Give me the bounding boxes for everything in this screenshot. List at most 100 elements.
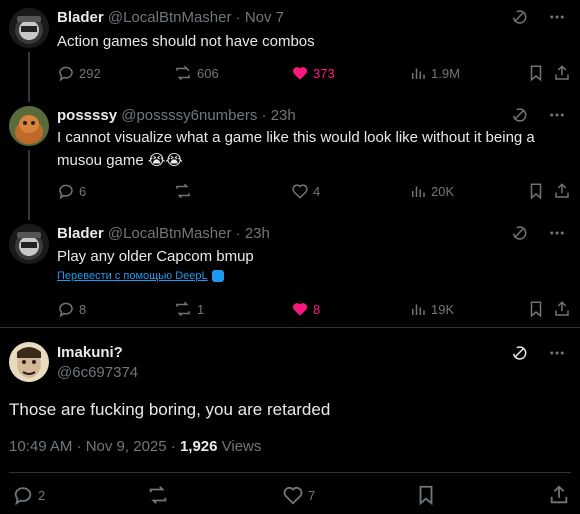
avatar[interactable]: [9, 224, 49, 264]
focused-tweet: Imakuni? @6c697374 Those are fucking bor…: [0, 340, 580, 514]
repost-icon: [173, 300, 193, 318]
tweet-text: Those are fucking boring, you are retard…: [9, 400, 331, 419]
more-icon[interactable]: [548, 224, 566, 242]
tweet-options: [500, 224, 580, 244]
reply-count: 6: [79, 183, 87, 199]
display-name[interactable]: possssy: [57, 107, 117, 124]
views-icon: [409, 182, 427, 200]
reply-button[interactable]: 6: [57, 180, 86, 202]
reply-icon: [57, 300, 75, 318]
grok-icon[interactable]: [510, 106, 528, 124]
repost-button[interactable]: 1: [173, 298, 204, 320]
more-icon[interactable]: [548, 8, 566, 26]
share-icon: [553, 64, 571, 82]
bookmark-button[interactable]: [527, 298, 545, 320]
timestamp[interactable]: 23h: [271, 107, 296, 124]
like-icon: [282, 484, 304, 506]
repost-button[interactable]: 606: [173, 62, 219, 84]
timestamp[interactable]: Nov 7: [245, 9, 284, 26]
tweet-handle-row: @6c697374: [57, 363, 138, 383]
repost-icon: [173, 182, 193, 200]
tweet-options: [500, 344, 580, 364]
bookmark-icon: [527, 64, 545, 82]
bookmark-button[interactable]: [527, 62, 545, 84]
user-handle[interactable]: @LocalBtnMasher: [108, 9, 232, 26]
like-count: 373: [313, 65, 335, 81]
views-button[interactable]: 19K: [409, 298, 454, 320]
translate-link-label: Перевести с помощью DeepL: [57, 270, 208, 282]
action-bar: 292 606 373 1.9M: [57, 62, 572, 84]
more-icon[interactable]: [548, 106, 566, 124]
reply-icon: [57, 64, 75, 82]
like-icon: [291, 300, 309, 318]
more-icon[interactable]: [548, 344, 566, 362]
user-handle[interactable]: @possssy6numbers: [121, 107, 257, 124]
views-count: 20K: [431, 183, 455, 199]
avatar[interactable]: [9, 8, 49, 48]
reply-tweet-3[interactable]: Blader @LocalBtnMasher · 23h Play any ol…: [0, 224, 580, 324]
action-bar: 2 7: [0, 484, 580, 508]
share-button[interactable]: [553, 62, 571, 84]
reply-button[interactable]: 2: [12, 484, 45, 506]
tweet-options: [500, 106, 580, 126]
divider: [9, 472, 571, 473]
tweet-text-line: I cannot visualize what a game like this…: [57, 129, 535, 146]
like-count: 4: [313, 183, 321, 199]
views-icon: [409, 300, 427, 318]
reply-tweet-1[interactable]: Blader @LocalBtnMasher · Nov 7 Action ga…: [0, 8, 580, 98]
user-handle[interactable]: @6c697374: [57, 364, 138, 381]
action-bar: 8 1 8 19K: [57, 298, 572, 320]
reply-button[interactable]: 292: [57, 62, 101, 84]
tweet-text: Play any older Capcom bmup: [57, 248, 254, 265]
grok-icon[interactable]: [510, 344, 528, 362]
like-count: 8: [313, 301, 321, 317]
display-name[interactable]: Imakuni?: [57, 344, 123, 361]
views-count: 19K: [431, 301, 455, 317]
repost-count: 1: [197, 301, 205, 317]
display-name[interactable]: Blader: [57, 9, 104, 26]
share-icon: [548, 484, 570, 506]
views-button[interactable]: 20K: [409, 180, 454, 202]
share-button[interactable]: [548, 484, 570, 506]
reply-count: 2: [38, 487, 46, 503]
avatar[interactable]: [9, 342, 49, 382]
reply-count: 292: [79, 65, 101, 81]
timestamp[interactable]: 23h: [245, 225, 270, 242]
tweet-header: Imakuni?: [57, 343, 123, 363]
bookmark-button[interactable]: [527, 180, 545, 202]
like-button[interactable]: 7: [282, 484, 315, 506]
tweet-text-line: musou game 😭😭: [57, 152, 183, 169]
like-icon: [291, 182, 309, 200]
bookmark-button[interactable]: [415, 484, 437, 506]
share-icon: [553, 182, 571, 200]
share-button[interactable]: [553, 298, 571, 320]
views-count: 1.9M: [431, 65, 460, 81]
avatar[interactable]: [9, 106, 49, 146]
display-name[interactable]: Blader: [57, 225, 104, 242]
reply-button[interactable]: 8: [57, 298, 86, 320]
like-button[interactable]: 4: [291, 180, 320, 202]
user-handle[interactable]: @LocalBtnMasher: [108, 225, 232, 242]
reply-tweet-2[interactable]: possssy @possssy6numbers · 23h I cannot …: [0, 106, 580, 206]
translate-link[interactable]: Перевести с помощью DeepL: [57, 270, 224, 282]
divider: [0, 327, 580, 328]
like-button[interactable]: 8: [291, 298, 320, 320]
repost-button[interactable]: [173, 180, 197, 202]
like-count: 7: [308, 487, 316, 503]
like-button[interactable]: 373: [291, 62, 335, 84]
share-icon: [553, 300, 571, 318]
action-bar: 6 4 20K: [57, 180, 572, 202]
bookmark-icon: [527, 182, 545, 200]
views-icon: [409, 64, 427, 82]
share-button[interactable]: [553, 180, 571, 202]
repost-icon: [173, 64, 193, 82]
tweet-meta: 10:49 AM · Nov 9, 2025 · 1,926 Views: [9, 437, 261, 457]
reply-icon: [57, 182, 75, 200]
tweet-timestamp[interactable]: 10:49 AM · Nov 9, 2025 ·: [9, 438, 180, 455]
views-count: 1,926: [179, 438, 218, 455]
views-button[interactable]: 1.9M: [409, 62, 460, 84]
repost-button[interactable]: [146, 484, 174, 506]
grok-icon[interactable]: [510, 8, 528, 26]
grok-icon[interactable]: [510, 224, 528, 242]
reply-count: 8: [79, 301, 87, 317]
